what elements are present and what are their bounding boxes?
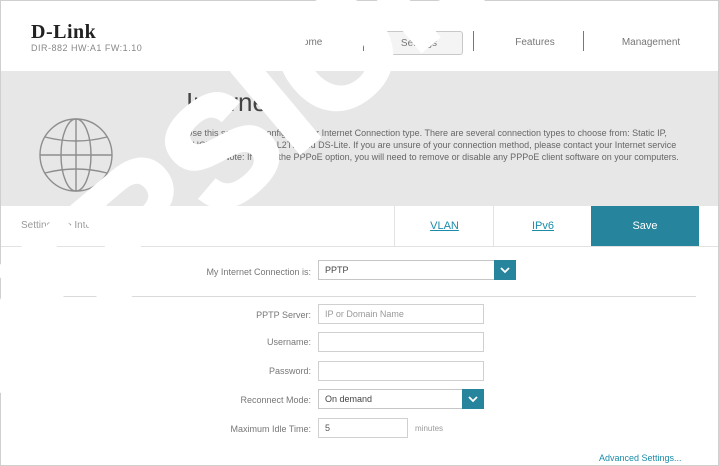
reconnect-mode-label: Reconnect Mode:	[240, 395, 311, 405]
pptp-server-label: PPTP Server:	[256, 310, 311, 320]
reconnect-mode-value: On demand	[325, 394, 373, 404]
nav-settings[interactable]: Settings	[375, 31, 463, 55]
password-label: Password:	[268, 366, 311, 376]
nav-divider	[583, 31, 584, 51]
chevron-down-icon	[462, 389, 484, 409]
pptp-server-input[interactable]: IP or Domain Name	[318, 304, 484, 324]
username-label: Username:	[266, 337, 311, 347]
dlink-logo: D-Link	[31, 21, 97, 43]
connection-type-value: PPTP	[325, 265, 349, 275]
section-bar: Settings >> Internet >> IPv4 VLAN IPv6 S…	[1, 206, 718, 247]
nav-home[interactable]: Home	[269, 31, 349, 53]
nav-features[interactable]: Features	[495, 31, 575, 53]
breadcrumb: Settings >> Internet >> IPv4	[21, 220, 146, 231]
max-idle-time-label: Maximum Idle Time:	[230, 424, 311, 434]
section-divider	[36, 296, 696, 297]
connection-type-label: My Internet Connection is:	[206, 267, 311, 277]
page-title: Internet	[186, 87, 275, 117]
password-input[interactable]	[318, 361, 484, 381]
page-header-banner: Internet Use this section to configure y…	[1, 71, 718, 211]
tab-vlan-label: VLAN	[430, 220, 459, 232]
idle-unit-label: minutes	[415, 424, 444, 433]
router-admin-page: D-Link DIR-882 HW:A1 FW:1.10 Home Settin…	[0, 0, 719, 466]
globe-icon	[39, 118, 113, 192]
chevron-down-icon	[494, 260, 516, 280]
nav-management[interactable]: Management	[601, 31, 701, 53]
top-bar: D-Link DIR-882 HW:A1 FW:1.10 Home Settin…	[1, 1, 718, 71]
nav-divider	[473, 31, 474, 51]
username-input[interactable]	[318, 332, 484, 352]
connection-type-select[interactable]: PPTP	[318, 260, 516, 280]
tab-ipv6[interactable]: IPv6	[493, 206, 592, 246]
reconnect-mode-select[interactable]: On demand	[318, 389, 484, 409]
tab-ipv6-label: IPv6	[531, 220, 554, 232]
page-description: Use this section to configure your Inter…	[186, 128, 679, 162]
save-button[interactable]: Save	[591, 206, 699, 246]
advanced-settings-link[interactable]: Advanced Settings...	[599, 453, 682, 463]
max-idle-time-input[interactable]: 5	[318, 418, 408, 438]
model-label: DIR-882 HW:A1 FW:1.10	[31, 43, 143, 53]
nav-divider	[363, 31, 364, 51]
tab-vlan[interactable]: VLAN	[394, 206, 494, 246]
